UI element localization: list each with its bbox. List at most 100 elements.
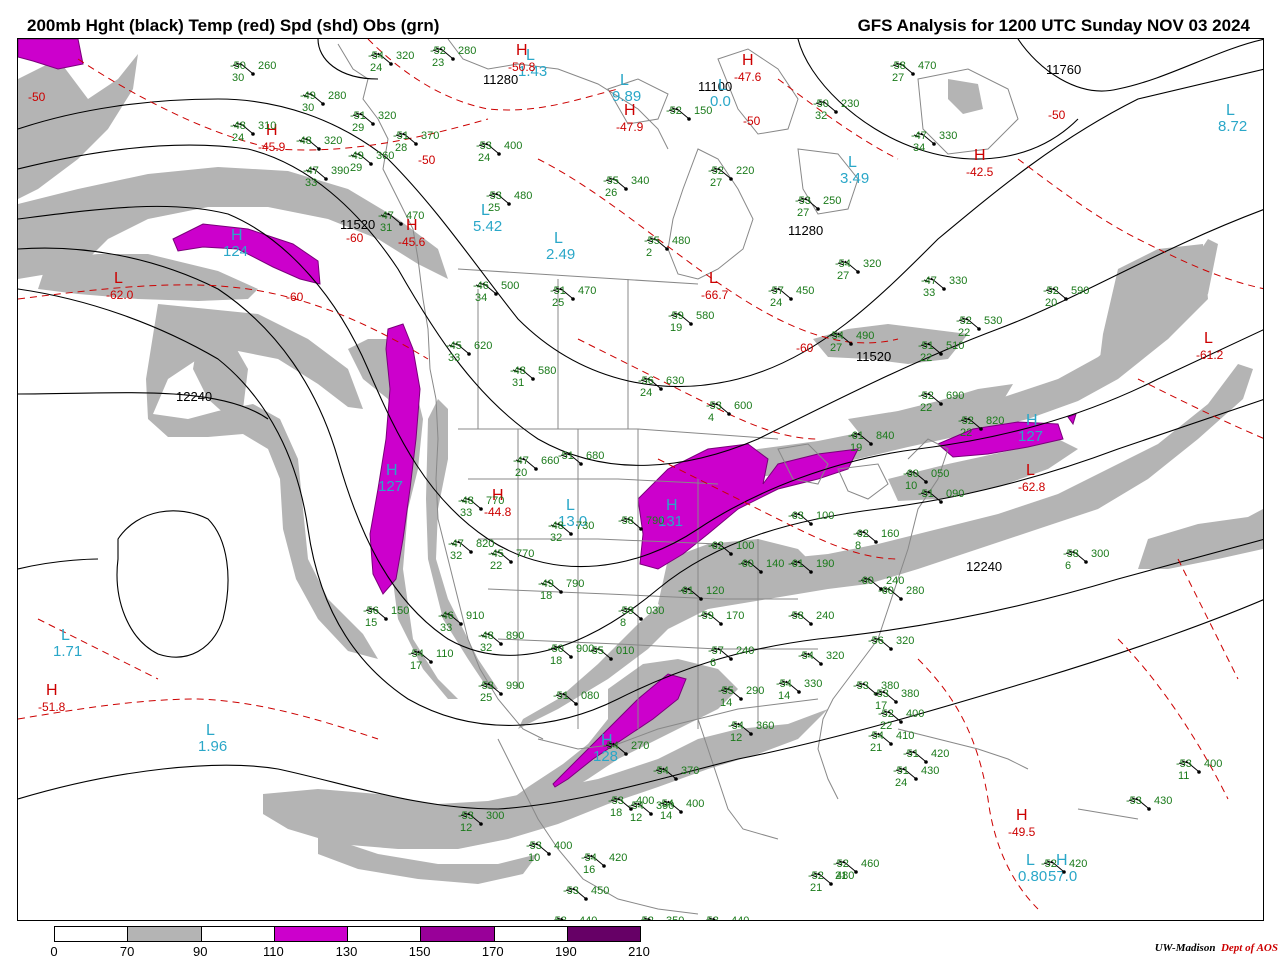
obs-speed: 19 [670, 322, 682, 334]
obs-speed: 8 [620, 617, 626, 629]
obs-height: 400 [906, 708, 924, 720]
station-obs: -51 470 25 [550, 285, 596, 309]
obs-height: 010 [616, 645, 634, 657]
station-obs: -45 620 33 [446, 340, 492, 364]
obs-height: 370 [681, 765, 699, 777]
obs-speed: 25 [480, 692, 492, 704]
obs-temp: -60 [858, 575, 874, 587]
obs-height: 250 [823, 195, 841, 207]
station-obs: -56 320 [868, 635, 914, 651]
station-obs: -58 240 [788, 610, 834, 626]
station-dot [479, 507, 483, 511]
station-obs: -60 280 [878, 585, 924, 601]
obs-height: 430 [1154, 795, 1172, 807]
station-dot [869, 442, 873, 446]
obs-temp: -56 [868, 635, 884, 647]
legend-swatch [567, 927, 640, 941]
obs-speed: 20 [1045, 297, 1057, 309]
obs-speed: 18 [610, 807, 622, 819]
station-obs: -53 440 [551, 915, 597, 920]
obs-height: 770 [516, 548, 534, 560]
high-center-marker: H [1026, 412, 1038, 429]
obs-temp: -54 [776, 678, 792, 690]
obs-speed: 32 [480, 642, 492, 654]
obs-height: 350 [666, 915, 684, 921]
station-dot [809, 570, 813, 574]
station-obs: -51 420 [903, 748, 949, 764]
obs-height: 100 [736, 540, 754, 552]
station-obs: -53 440 [703, 915, 749, 920]
obs-temp: -52 [430, 45, 446, 57]
station-obs: -53 250 27 [795, 195, 841, 219]
center-value: -47.9 [616, 120, 644, 134]
obs-temp: -60 [878, 585, 894, 597]
obs-height: 290 [746, 685, 764, 697]
station-dot [609, 657, 613, 661]
center-value: 127 [1018, 428, 1043, 445]
obs-speed: 12 [730, 732, 742, 744]
obs-temp: -61 [678, 585, 694, 597]
obs-temp: -58 [788, 610, 804, 622]
station-dot [809, 622, 813, 626]
station-dot [1062, 870, 1066, 874]
obs-speed: 22 [920, 352, 932, 364]
center-value: 0.0 [710, 93, 731, 110]
obs-height: 260 [258, 60, 276, 72]
temp-label: -50 [1048, 108, 1066, 122]
legend-tick-label: 170 [481, 944, 504, 959]
legend-swatch [494, 927, 568, 941]
obs-height: 600 [734, 400, 752, 412]
temp-label: -60 [286, 290, 304, 304]
obs-temp: -58 [1063, 548, 1079, 560]
obs-temp: -54 [368, 50, 384, 62]
obs-height: 530 [984, 315, 1002, 327]
obs-temp: -54 [628, 800, 644, 812]
obs-temp: -57 [768, 285, 784, 297]
obs-temp: -53 [526, 840, 542, 852]
low-center-marker: L [848, 154, 857, 171]
station-obs: -55 340 26 [603, 175, 649, 199]
obs-speed: 14 [720, 697, 732, 709]
obs-temp: -54 [581, 852, 597, 864]
obs-speed: 33 [448, 352, 460, 364]
station-dot [809, 522, 813, 526]
station-dot [1197, 770, 1201, 774]
station-dot [789, 297, 793, 301]
station-dot [674, 777, 678, 781]
obs-height: 510 [946, 340, 964, 352]
station-obs: -53 400 24 [476, 140, 522, 164]
speed-legend: 0 70 90 110 130 150 170 190 210 [50, 926, 650, 962]
obs-speed: 12 [630, 812, 642, 824]
station-dot [624, 752, 628, 756]
obs-temp: -51 [918, 488, 934, 500]
obs-speed: 30 [302, 102, 314, 114]
obs-height: 150 [391, 605, 409, 617]
obs-height: 910 [466, 610, 484, 622]
temp-label: -50 [418, 153, 436, 167]
station-dot [389, 62, 393, 66]
station-dot [729, 657, 733, 661]
obs-height: 300 [1091, 548, 1109, 560]
station-dot [979, 427, 983, 431]
obs-speed: 27 [892, 72, 904, 84]
obs-temp: -51 [350, 110, 366, 122]
obs-temp: -53 [1176, 758, 1192, 770]
obs-temp: -53 [486, 190, 502, 202]
station-dot [727, 412, 731, 416]
obs-speed: 25 [552, 297, 564, 309]
station-obs: -52 280 23 [430, 45, 476, 69]
obs-height: 320 [896, 635, 914, 647]
temp-label: -60 [346, 231, 364, 245]
station-dot [719, 622, 723, 626]
obs-temp: -52 [1041, 858, 1057, 870]
station-obs: -54 330 14 [776, 678, 822, 702]
station-obs: -58 300 6 [1063, 548, 1109, 572]
obs-height: 390 [331, 165, 349, 177]
obs-speed: 22 [920, 402, 932, 414]
center-value: 8.72 [1218, 118, 1247, 135]
center-value: -45.6 [398, 235, 426, 249]
obs-speed: 33 [440, 622, 452, 634]
obs-height: 280 [458, 45, 476, 57]
obs-temp: -54 [603, 740, 619, 752]
station-obs: -52 480 21 [808, 870, 854, 894]
